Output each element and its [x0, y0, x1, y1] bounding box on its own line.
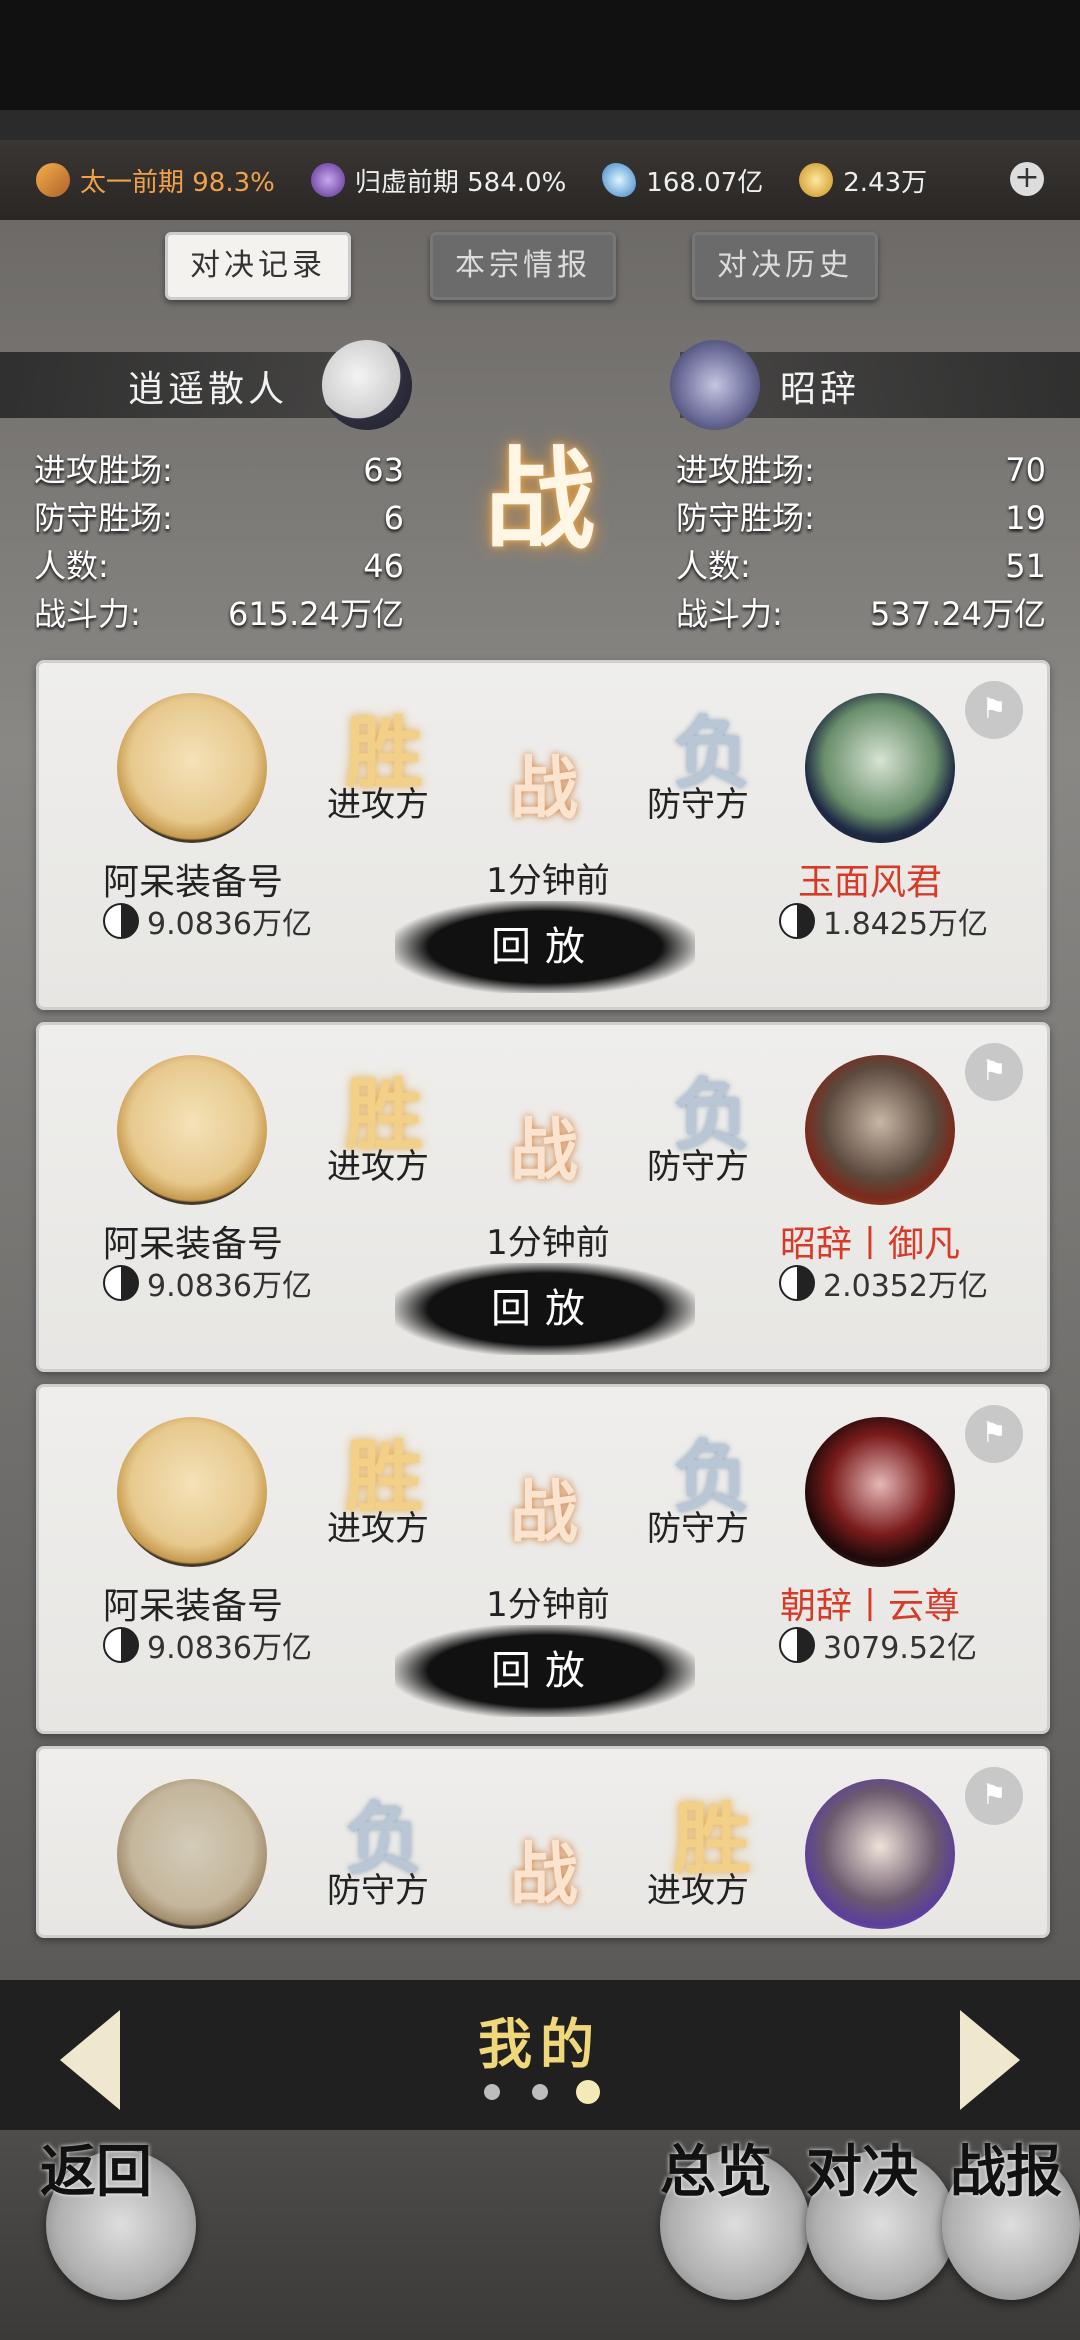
add-resource-button[interactable]: + [1010, 162, 1044, 196]
right-player-avatar[interactable] [805, 1779, 955, 1929]
battle-report-label: 战报 [950, 2139, 1062, 2205]
left-team-name: 逍遥散人 [128, 369, 289, 410]
left-player-power: 9.0836万亿 [103, 1261, 312, 1305]
right-team-emblem-icon [670, 340, 760, 430]
duel-label: 对决 [806, 2139, 918, 2205]
resource-realm: 太一前期 98.3% [36, 162, 275, 199]
right-player-name: 昭辞丨御凡 [779, 1224, 960, 1265]
right-role-label: 进攻方 [647, 1871, 749, 1911]
battle-record-card: 负 防守方 战 胜 进攻方 ⚑ [36, 1746, 1050, 1938]
next-page-arrow-icon[interactable] [960, 2010, 1020, 2110]
right-player-avatar[interactable] [805, 693, 955, 843]
yin-yang-icon [779, 903, 815, 939]
resource-realm-2: 归虚前期 584.0% [310, 162, 566, 199]
vs-emblem: 战 [485, 435, 595, 564]
yin-yang-icon [103, 1265, 139, 1301]
right-player-power: 1.8425万亿 [779, 899, 988, 943]
stat-row: 防守胜场: 6 [34, 499, 404, 537]
left-player-name: 阿呆装备号 [103, 1586, 284, 1627]
right-team-name: 昭辞 [780, 369, 861, 410]
stat-row: 战斗力: 537.24万亿 [676, 595, 1046, 633]
report-flag-icon[interactable]: ⚑ [965, 1405, 1023, 1463]
replay-button[interactable]: 回放 [395, 901, 695, 993]
overview-label: 总览 [660, 2139, 772, 2205]
tab-bar: 对决记录 本宗情报 对决历史 [0, 232, 1080, 302]
report-flag-icon[interactable]: ⚑ [965, 1767, 1023, 1825]
report-flag-icon[interactable]: ⚑ [965, 681, 1023, 739]
left-team-stats: 进攻胜场: 63 防守胜场: 6 人数: 46 战斗力: 615.24万亿 [34, 446, 404, 638]
replay-button[interactable]: 回放 [395, 1263, 695, 1355]
tab-duel-history[interactable]: 对决历史 [692, 232, 878, 300]
stat-row: 人数: 51 [676, 547, 1046, 585]
sword-icon [36, 163, 70, 197]
spirit-stone-icon [602, 163, 637, 197]
battle-time: 1分钟前 [486, 861, 610, 901]
yin-yang-icon [103, 1627, 139, 1663]
left-player-power: 9.0836万亿 [103, 1623, 312, 1667]
yin-yang-icon [779, 1265, 815, 1301]
stat-row: 防守胜场: 19 [676, 499, 1046, 537]
page-dot[interactable] [484, 2084, 500, 2100]
stat-row: 进攻胜场: 70 [676, 451, 1046, 489]
right-team-stats: 进攻胜场: 70 防守胜场: 19 人数: 51 战斗力: 537.24万亿 [676, 446, 1046, 638]
vs-label: 战 [509, 749, 578, 829]
right-player-name: 朝辞丨云尊 [779, 1586, 960, 1627]
right-player-name: 玉面风君 [797, 862, 942, 903]
tab-duel-records[interactable]: 对决记录 [165, 232, 351, 300]
report-flag-icon[interactable]: ⚑ [965, 1043, 1023, 1101]
left-role-label: 防守方 [327, 1871, 429, 1911]
battle-time: 1分钟前 [486, 1223, 610, 1263]
replay-button[interactable]: 回放 [395, 1625, 695, 1717]
left-role-label: 进攻方 [327, 1509, 429, 1549]
left-player-avatar[interactable] [117, 1055, 267, 1205]
left-player-avatar[interactable] [117, 1417, 267, 1567]
left-player-name: 阿呆装备号 [103, 862, 284, 903]
battle-record-card: 胜 进攻方 战 负 防守方 阿呆装备号 9.0836万亿 1分钟前 回放 玉面风… [36, 660, 1050, 1010]
left-player-avatar[interactable] [117, 693, 267, 843]
left-team-emblem-icon [322, 340, 412, 430]
vs-label: 战 [509, 1473, 578, 1553]
left-player-avatar[interactable] [117, 1779, 267, 1929]
vs-label: 战 [509, 1111, 578, 1191]
crystal-crown-icon [310, 163, 345, 197]
left-player-name: 阿呆装备号 [103, 1224, 284, 1265]
yin-yang-icon [103, 903, 139, 939]
resource-coin: 2.43万 [799, 162, 927, 199]
page-dot-active[interactable] [576, 2080, 600, 2104]
right-player-power: 2.0352万亿 [779, 1261, 988, 1305]
left-role-label: 进攻方 [327, 1147, 429, 1187]
resource-bar: 太一前期 98.3% 归虚前期 584.0% 168.07亿 2.43万 + [0, 140, 1080, 220]
left-role-label: 进攻方 [327, 785, 429, 825]
tab-sect-intel[interactable]: 本宗情报 [430, 232, 616, 300]
page-dot[interactable] [532, 2084, 548, 2100]
right-role-label: 防守方 [647, 785, 749, 825]
yin-yang-icon [779, 1627, 815, 1663]
coin-icon [799, 163, 834, 197]
battle-record-card: 胜 进攻方 战 负 防守方 阿呆装备号 9.0836万亿 1分钟前 回放 昭辞丨… [36, 1022, 1050, 1372]
right-player-power: 3079.52亿 [779, 1623, 977, 1667]
battle-time: 1分钟前 [486, 1585, 610, 1625]
right-role-label: 防守方 [647, 1509, 749, 1549]
right-role-label: 防守方 [647, 1147, 749, 1187]
right-player-avatar[interactable] [805, 1055, 955, 1205]
right-player-avatar[interactable] [805, 1417, 955, 1567]
stat-row: 进攻胜场: 63 [34, 451, 404, 489]
resource-spirit-stone: 168.07亿 [602, 162, 763, 199]
back-label: 返回 [40, 2139, 152, 2205]
battle-record-card: 胜 进攻方 战 负 防守方 阿呆装备号 9.0836万亿 1分钟前 回放 朝辞丨… [36, 1384, 1050, 1734]
stat-row: 战斗力: 615.24万亿 [34, 595, 404, 633]
left-player-power: 9.0836万亿 [103, 899, 312, 943]
status-bar-area [0, 0, 1080, 110]
page-title: 我的 [478, 2012, 602, 2076]
prev-page-arrow-icon[interactable] [60, 2010, 120, 2110]
vs-label: 战 [509, 1835, 578, 1915]
stat-row: 人数: 46 [34, 547, 404, 585]
